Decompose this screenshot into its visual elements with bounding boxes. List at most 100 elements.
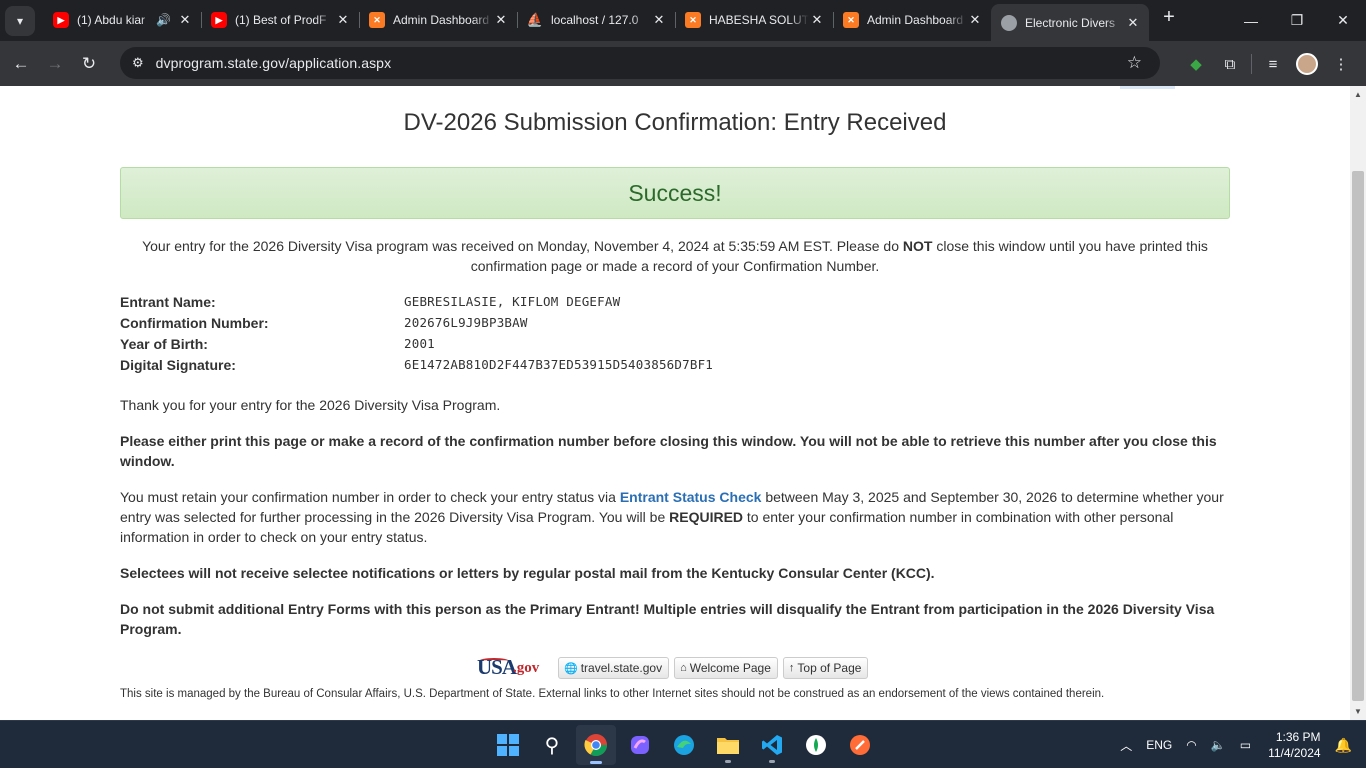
received-message: Your entry for the 2026 Diversity Visa p… xyxy=(135,236,1215,276)
postman-icon xyxy=(850,735,870,755)
more-menu-icon[interactable]: ⋮ xyxy=(1324,47,1358,81)
browser-tab-active[interactable]: Electronic Divers ✕ xyxy=(991,4,1149,41)
button-label: Welcome Page xyxy=(689,661,771,675)
extension-icon[interactable]: ◆ xyxy=(1179,47,1213,81)
new-tab-button[interactable]: + xyxy=(1155,4,1183,32)
taskbar-vscode[interactable] xyxy=(752,725,792,765)
taskbar-chrome[interactable] xyxy=(576,725,616,765)
clock-date: 11/4/2024 xyxy=(1268,746,1321,760)
puzzle-icon[interactable]: ⧉ xyxy=(1213,47,1247,81)
profile-button[interactable] xyxy=(1290,47,1324,81)
volume-icon[interactable]: 🔈 xyxy=(1211,738,1226,752)
entrant-status-check-link[interactable]: Entrant Status Check xyxy=(620,489,762,505)
chrome-icon xyxy=(584,734,607,756)
taskbar-clock[interactable]: 1:36 PM 11/4/2024 xyxy=(1268,729,1321,761)
reload-button[interactable]: ↻ xyxy=(72,47,106,81)
browser-tab[interactable]: ▶ (1) Best of ProdF ✕ xyxy=(201,3,359,37)
close-icon[interactable]: ✕ xyxy=(967,12,983,28)
leaf-app-icon xyxy=(806,735,826,755)
minimize-button[interactable]: — xyxy=(1228,0,1274,41)
entrant-name-value: GEBRESILASIE, KIFLOM DEGEFAW xyxy=(404,294,621,309)
wifi-icon[interactable]: ◠ xyxy=(1186,738,1196,752)
site-info-icon[interactable]: ⚙ xyxy=(132,55,144,71)
retain-paragraph: You must retain your confirmation number… xyxy=(120,487,1230,547)
folder-icon xyxy=(717,738,739,754)
top-of-page-button[interactable]: ↑ Top of Page xyxy=(782,657,869,679)
logo-gov-text: .gov xyxy=(513,660,540,676)
edge-icon xyxy=(674,735,694,755)
browser-tab[interactable]: ✕ HABESHA SOLUTI ✕ xyxy=(675,3,833,37)
detail-row: Entrant Name: GEBRESILASIE, KIFLOM DEGEF… xyxy=(120,291,713,312)
browser-tab[interactable]: ▶ (1) Abdu kiar 🔊 ✕ xyxy=(43,3,201,37)
copilot-icon xyxy=(631,736,649,754)
print-warning: Please either print this page or make a … xyxy=(120,431,1230,471)
forward-button[interactable]: → xyxy=(38,47,72,81)
browser-tab[interactable]: ✕ Admin Dashboard ✕ xyxy=(359,3,517,37)
no-additional-text: Do not submit additional Entry Forms wit… xyxy=(120,601,1215,637)
show-hidden-icons-icon[interactable]: ︿ xyxy=(1120,737,1132,754)
vscode-icon xyxy=(762,735,782,755)
close-icon[interactable]: ✕ xyxy=(493,12,509,28)
welcome-page-button[interactable]: ⌂ Welcome Page xyxy=(674,657,778,679)
taskbar-app-green[interactable] xyxy=(796,725,836,765)
browser-tab[interactable]: ⛵ localhost / 127.0 ✕ xyxy=(517,3,675,37)
home-icon: ⌂ xyxy=(680,662,687,674)
no-additional-notice: Do not submit additional Entry Forms wit… xyxy=(120,599,1230,639)
retain-text: You must retain your confirmation number… xyxy=(120,489,620,505)
back-button[interactable]: ← xyxy=(4,47,38,81)
browser-tab[interactable]: ✕ Admin Dashboard ✕ xyxy=(833,3,991,37)
received-text: Your entry for the 2026 Diversity Visa p… xyxy=(142,238,903,254)
taskbar-search-button[interactable]: ⚲ xyxy=(532,725,572,765)
success-text: Success! xyxy=(628,179,722,206)
taskbar-file-explorer[interactable] xyxy=(708,725,748,765)
system-tray: ︿ ENG ◠ 🔈 ▭ 1:36 PM 11/4/2024 🔔 xyxy=(1113,721,1366,768)
scrollbar-thumb[interactable] xyxy=(1352,171,1364,701)
arrow-right-icon: → xyxy=(46,53,64,73)
media-controls-icon[interactable]: ≡ xyxy=(1256,47,1290,81)
success-alert: Success! xyxy=(120,167,1230,219)
usa-gov-logo[interactable]: USA .gov xyxy=(475,655,553,681)
start-button[interactable] xyxy=(488,725,528,765)
button-label: Top of Page xyxy=(797,661,862,675)
maximize-button[interactable]: ❐ xyxy=(1274,0,1320,41)
entrant-details: Entrant Name: GEBRESILASIE, KIFLOM DEGEF… xyxy=(120,291,713,375)
taskbar-copilot[interactable] xyxy=(620,725,660,765)
close-window-button[interactable]: ✕ xyxy=(1320,0,1366,41)
scroll-down-icon[interactable]: ▼ xyxy=(1354,707,1362,716)
tab-search-button[interactable]: ▾ xyxy=(5,5,35,36)
toolbar-divider xyxy=(1251,54,1252,74)
close-icon[interactable]: ✕ xyxy=(651,12,667,28)
arrow-up-icon: ↑ xyxy=(788,662,795,674)
language-indicator[interactable]: ENG xyxy=(1146,738,1172,752)
close-icon[interactable]: ✕ xyxy=(177,12,193,28)
xampp-icon: ✕ xyxy=(369,12,385,28)
notification-bell-icon[interactable]: 🔔 xyxy=(1335,737,1352,754)
taskbar-edge[interactable] xyxy=(664,725,704,765)
thank-you-text: Thank you for your entry for the 2026 Di… xyxy=(120,397,501,413)
close-icon[interactable]: ✕ xyxy=(809,12,825,28)
clock-time: 1:36 PM xyxy=(1275,730,1321,744)
phpmyadmin-icon: ⛵ xyxy=(526,12,544,27)
taskbar-postman[interactable] xyxy=(840,725,880,765)
page-scrollbar[interactable]: ▲ ▼ xyxy=(1350,86,1366,720)
digital-signature-value: 6E1472AB810D2F447B37ED53915D5403856D7BF1 xyxy=(404,357,714,372)
travel-state-gov-button[interactable]: 🌐 travel.state.gov xyxy=(558,657,670,679)
address-bar[interactable]: ⚙ dvprogram.state.gov/application.aspx ☆ xyxy=(120,47,1160,79)
reload-icon: ↻ xyxy=(81,53,97,73)
xampp-icon: ✕ xyxy=(685,12,701,28)
detail-row: Digital Signature: 6E1472AB810D2F447B37E… xyxy=(120,354,713,375)
close-icon[interactable]: ✕ xyxy=(335,12,351,28)
footer-links: USA .gov 🌐 travel.state.gov ⌂ Welcome Pa… xyxy=(475,655,873,681)
detail-row: Confirmation Number: 202676L9J9BP3BAW xyxy=(120,312,713,333)
detail-label: Entrant Name: xyxy=(120,293,216,310)
url-text[interactable]: dvprogram.state.gov/application.aspx xyxy=(156,55,392,71)
confirmation-number-value: 202676L9J9BP3BAW xyxy=(404,315,528,330)
windows-taskbar: ⚲ ︿ ENG ◠ 🔈 ▭ 1:36 PM 11/4/2024 🔔 xyxy=(0,720,1366,768)
battery-icon[interactable]: ▭ xyxy=(1240,738,1251,752)
bookmark-star-icon[interactable]: ☆ xyxy=(1127,53,1142,73)
detail-label: Digital Signature: xyxy=(120,356,236,373)
close-icon[interactable]: ✕ xyxy=(1125,15,1141,31)
speaker-icon[interactable]: 🔊 xyxy=(156,13,171,27)
tab-title: localhost / 127.0 xyxy=(551,13,639,27)
scroll-up-icon[interactable]: ▲ xyxy=(1354,90,1362,99)
